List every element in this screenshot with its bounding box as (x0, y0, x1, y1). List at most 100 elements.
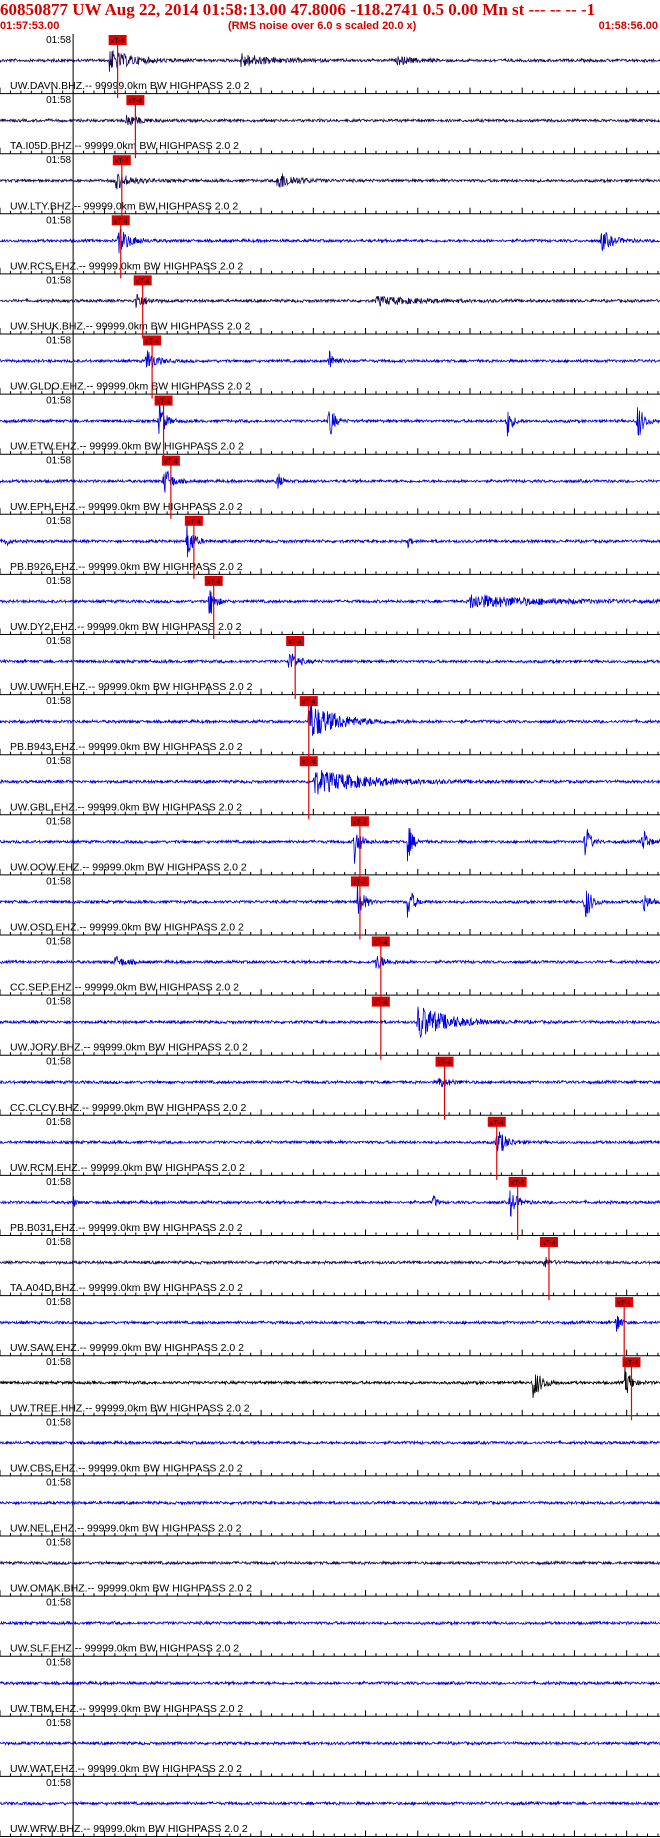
minute-label: 01:58 (46, 696, 71, 707)
minute-label: 01:58 (46, 155, 71, 166)
waveform (0, 401, 660, 437)
station-label: UW.SLF.EHZ.-- 99999.0km BW HIGHPASS 2.0 … (10, 1643, 239, 1655)
minute-label: 01:58 (46, 636, 71, 647)
waveform (0, 1439, 660, 1446)
waveform (0, 1364, 660, 1398)
station-label: UW.GBL.EHZ.-- 99999.0km BW HIGHPASS 2.0 … (10, 801, 242, 813)
waveform (0, 518, 660, 558)
minute-label: 01:58 (46, 997, 71, 1008)
minute-label: 01:58 (46, 336, 71, 347)
station-label: UW.RCM.EHZ.-- 99999.0km BW HIGHPASS 2.0 … (10, 1162, 245, 1174)
waveform (0, 1559, 660, 1566)
trace-row: 01:58 UW.RCS.EHZ.-- 99999.0km BW HIGHPASS… (0, 214, 660, 279)
waveform (0, 770, 660, 795)
station-label: CC.SEP.EHZ.-- 99999.0km BW HIGHPASS 2.0 … (10, 982, 239, 994)
minute-label: 01:58 (46, 816, 71, 827)
minute-label: 01:58 (46, 1718, 71, 1729)
waveform (0, 1315, 660, 1332)
minute-label: 01:58 (46, 576, 71, 587)
pick-label: xT-4 (353, 819, 367, 826)
waveform (0, 1740, 660, 1747)
trace-row: 01:58 UW.ETW.EHZ.-- 99999.0km BW HIGHPASS… (0, 394, 660, 459)
minute-label: 01:58 (46, 1117, 71, 1128)
trace-row: 01:58 UW.WAT.EHZ.-- 99999.0km BW HIGHPASS… (0, 1716, 660, 1777)
trace-row: 01:58 UW.NEL.EHZ.-- 99999.0km BW HIGHPASS… (0, 1476, 660, 1537)
event-title: 60850877 UW Aug 22, 2014 01:58:13.00 47.… (0, 0, 596, 19)
minute-label: 01:58 (46, 1778, 71, 1789)
waveform (0, 1006, 660, 1039)
station-label: UW.LTY.BHZ.-- 99999.0km BW HIGHPASS 2.0 … (10, 200, 238, 212)
trace-row: 01:58 TA.A04D.BHZ.-- 99999.0km BW HIGHPAS… (0, 1236, 660, 1301)
trace-row: 01:58 TA.I05D.BHZ.-- 99999.0km BW HIGHPAS… (0, 94, 660, 159)
station-label: UW.OMAK.BHZ.-- 99999.0km BW HIGHPASS 2.0… (10, 1583, 252, 1595)
waveform (0, 294, 660, 308)
minute-label: 01:58 (46, 35, 71, 46)
minute-label: 01:58 (46, 1177, 71, 1188)
pick-label: xT-4 (542, 1240, 556, 1247)
pick-label: xT-4 (145, 339, 159, 346)
station-label: UW.SAW.EHZ.-- 99999.0km BW HIGHPASS 2.0 … (10, 1342, 244, 1354)
pick-label: xT-4 (187, 519, 201, 526)
waveform (0, 350, 660, 369)
waveform (0, 1256, 660, 1268)
waveform (0, 705, 660, 737)
pick-label: xT-4 (490, 1120, 504, 1127)
pick-label: xT-4 (374, 940, 388, 947)
pick-label: xT-4 (115, 158, 129, 165)
minute-label: 01:58 (46, 1477, 71, 1488)
trace-row: 01:58 UW.TBM.EHZ.-- 99999.0km BW HIGHPASS… (0, 1656, 660, 1717)
waveform (0, 470, 660, 493)
station-label: UW.OSD.EHZ.-- 99999.0km BW HIGHPASS 2.0 … (10, 922, 244, 934)
trace-row: 01:58 UW.DY2.EHZ.-- 99999.0km BW HIGHPASS… (0, 574, 660, 639)
waveform (0, 1680, 660, 1687)
station-label: UW.DY2.EHZ.-- 99999.0km BW HIGHPASS 2.0 … (10, 621, 242, 633)
station-label: UW.TREE.HHZ.-- 99999.0km BW HIGHPASS 2.0… (10, 1402, 250, 1414)
pick-label: xT-4 (624, 1360, 638, 1367)
station-label: UW.OOW.EHZ.-- 99999.0km BW HIGHPASS 2.0 … (10, 861, 247, 873)
trace-row: 01:58 UW.SLF.EHZ.-- 99999.0km BW HIGHPASS… (0, 1596, 660, 1657)
end-time-label: 01:58:56.00 (598, 20, 658, 32)
pick-label: xT-4 (374, 1000, 388, 1007)
pick-label: xT-4 (136, 278, 150, 285)
waveform (0, 1131, 660, 1152)
waveform (0, 590, 660, 614)
waveform (0, 1077, 660, 1088)
waveform (0, 955, 660, 969)
trace-row: 01:58 UW.OMAK.BHZ.-- 99999.0km BW HIGHPAS… (0, 1536, 660, 1597)
station-label: TA.I05D.BHZ.-- 99999.0km BW HIGHPASS 2.0… (10, 140, 239, 152)
station-label: UW.EPH.EHZ.-- 99999.0km BW HIGHPASS 2.0 … (10, 501, 243, 513)
station-label: UW.TBM.EHZ.-- 99999.0km BW HIGHPASS 2.0 … (10, 1703, 243, 1715)
trace-row: 01:58 CC.SEP.EHZ.-- 99999.0km BW HIGHPASS… (0, 935, 660, 1000)
trace-row: 01:58 UW.LTY.BHZ.-- 99999.0km BW HIGHPASS… (0, 154, 660, 219)
plot-header: 60850877 UW Aug 22, 2014 01:58:13.00 47.… (0, 0, 660, 34)
minute-label: 01:58 (46, 876, 71, 887)
trace-row: 01:58 UW.OSD.EHZ.-- 99999.0km BW HIGHPASS… (0, 875, 660, 940)
minute-label: 01:58 (46, 516, 71, 527)
station-label: UW.ETW.EHZ.-- 99999.0km BW HIGHPASS 2.0 … (10, 441, 244, 453)
pick-label: xT-4 (302, 759, 316, 766)
station-label: UW.CBS.EHZ.-- 99999.0km BW HIGHPASS 2.0 … (10, 1462, 243, 1474)
minute-label: 01:58 (46, 756, 71, 767)
station-label: UW.UWFH.EHZ.-- 99999.0km BW HIGHPASS 2.0… (10, 681, 253, 693)
minute-label: 01:58 (46, 937, 71, 948)
minute-label: 01:58 (46, 95, 71, 106)
trace-row: 01:58 UW.UWFH.EHZ.-- 99999.0km BW HIGHPAS… (0, 635, 660, 700)
pick-label: xT-4 (511, 1180, 525, 1187)
minute-label: 01:58 (46, 1237, 71, 1248)
station-label: PB.B943.EHZ.-- 99999.0km BW HIGHPASS 2.0… (10, 741, 243, 753)
trace-row: 01:58 PB.B031.EHZ.-- 99999.0km BW HIGHPAS… (0, 1175, 660, 1240)
waveform (0, 653, 660, 668)
station-label: UW.NEL.EHZ.-- 99999.0km BW HIGHPASS 2.0 … (10, 1523, 242, 1535)
waveform (0, 1800, 660, 1807)
minute-label: 01:58 (46, 275, 71, 286)
waveform (0, 228, 660, 254)
trace-row: 01:58 UW.CBS.EHZ.-- 99999.0km BW HIGHPASS… (0, 1416, 660, 1477)
station-label: UW.DAVN.BHZ.-- 99999.0km BW HIGHPASS 2.0… (10, 80, 250, 92)
pick-label: xT-4 (207, 579, 221, 586)
minute-label: 01:58 (46, 1357, 71, 1368)
minute-label: 01:58 (46, 396, 71, 407)
trace-row: 01:58 UW.OOW.EHZ.-- 99999.0km BW HIGHPASS… (0, 815, 660, 880)
pick-label: xT-4 (617, 1300, 631, 1307)
minute-label: 01:58 (46, 1538, 71, 1549)
station-label: PB.B031.EHZ.-- 99999.0km BW HIGHPASS 2.0… (10, 1222, 243, 1234)
